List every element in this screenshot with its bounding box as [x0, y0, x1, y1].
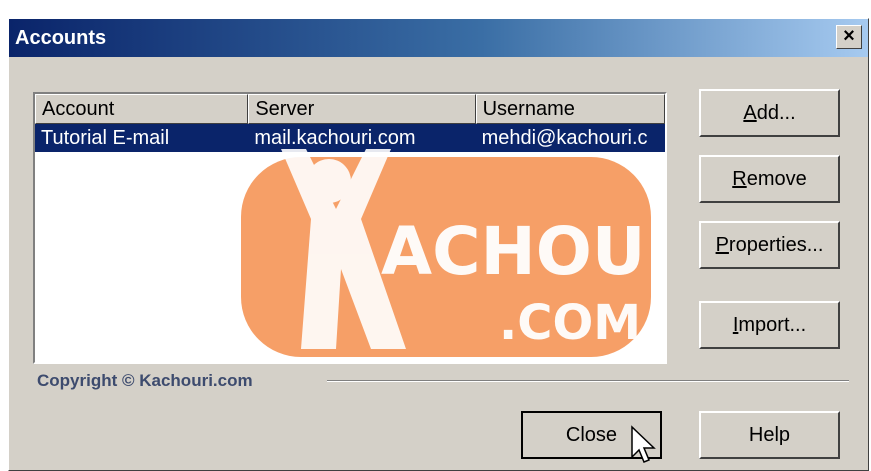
column-header-account[interactable]: Account	[35, 94, 249, 124]
column-header-username[interactable]: Username	[475, 94, 665, 124]
list-row[interactable]: Tutorial E-mail mail.kachouri.com mehdi@…	[35, 124, 665, 152]
cell-username: mehdi@kachouri.c	[481, 127, 648, 149]
cell-account: Tutorial E-mail	[41, 127, 170, 149]
close-window-button[interactable]: ×	[836, 25, 862, 49]
separator-line	[327, 380, 849, 382]
list-header: Account Server Username	[35, 94, 665, 124]
accounts-dialog: Accounts × Account Server Username Tutor…	[8, 18, 869, 471]
dialog-title: Accounts	[15, 27, 107, 49]
help-button[interactable]: Help	[699, 411, 840, 459]
close-button[interactable]: Close	[521, 411, 662, 459]
properties-button[interactable]: Properties...	[699, 221, 840, 269]
cell-server: mail.kachouri.com	[254, 127, 416, 149]
remove-label-rest: emove	[746, 168, 807, 190]
add-button[interactable]: Add...	[699, 89, 840, 137]
import-button[interactable]: Import...	[699, 301, 840, 349]
title-bar[interactable]: Accounts ×	[9, 19, 868, 57]
properties-mnemonic: P	[715, 234, 729, 256]
add-label-rest: dd...	[756, 102, 796, 124]
column-header-server[interactable]: Server	[248, 94, 476, 124]
add-mnemonic: A	[743, 102, 757, 124]
accounts-list[interactable]: Account Server Username Tutorial E-mail …	[33, 92, 667, 364]
remove-mnemonic: R	[732, 168, 747, 190]
properties-label-rest: roperties...	[728, 234, 824, 256]
copyright-text: Copyright © Kachouri.com	[37, 371, 253, 390]
import-label-rest: mport...	[738, 314, 807, 336]
remove-button[interactable]: Remove	[699, 155, 840, 203]
